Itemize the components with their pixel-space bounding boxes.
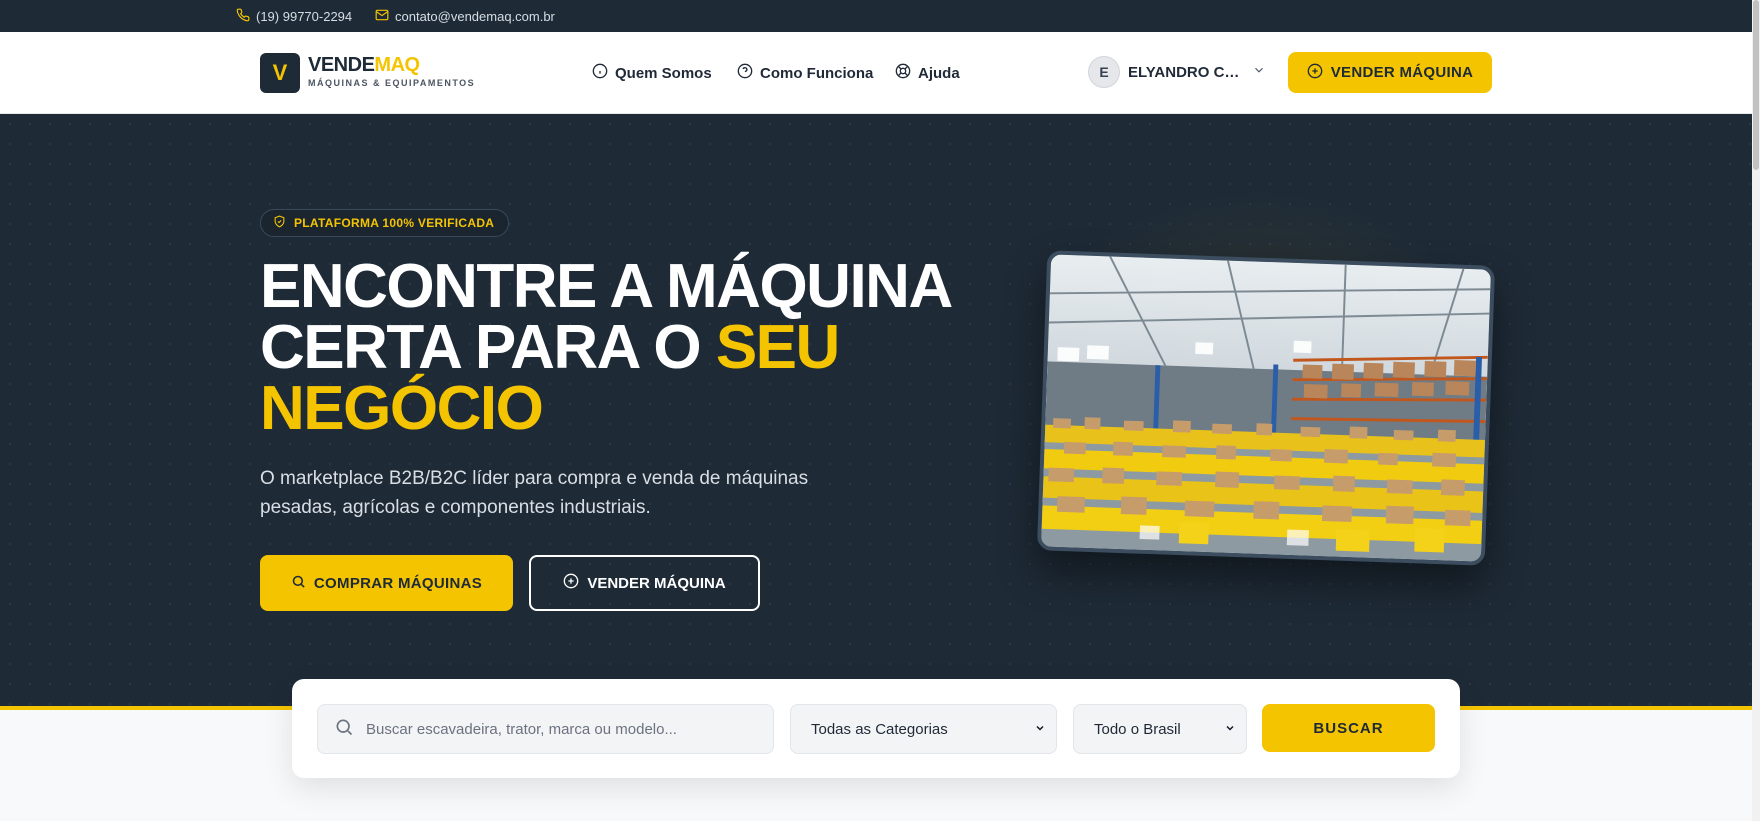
nav-link-label: Ajuda (918, 64, 960, 82)
avatar: E (1088, 56, 1120, 88)
logo-mark[interactable]: V (260, 53, 300, 93)
email-address: contato@vendemaq.com.br (395, 9, 555, 24)
hero-headline: ENCONTRE A MÁQUINA CERTA PARA O SEU NEGÓ… (260, 256, 960, 440)
search-icon (291, 574, 306, 593)
button-label: VENDER MÁQUINA (1330, 64, 1474, 81)
email-contact[interactable]: contato@vendemaq.com.br (375, 8, 555, 25)
region-select[interactable]: Todo o Brasil (1073, 704, 1247, 754)
chevron-down-icon (1034, 721, 1046, 738)
lifebuoy-icon (895, 63, 911, 83)
category-select[interactable]: Todas as Categorias (790, 704, 1057, 754)
nav-link-label: Como Funciona (760, 64, 874, 82)
nav-link-label: Quem Somos (615, 64, 712, 82)
search-field[interactable] (317, 704, 774, 754)
headline-line2: CERTA PARA O (260, 313, 716, 382)
info-icon (592, 63, 608, 83)
plus-circle-icon (563, 573, 579, 593)
button-label: VENDER MÁQUINA (587, 574, 726, 592)
nav-link-como-funciona[interactable]: Como Funciona (737, 63, 873, 83)
chevron-down-icon (1252, 63, 1266, 82)
user-menu[interactable]: E ELYANDRO CO... (1088, 56, 1266, 88)
headline-highlight-2: NEGÓCIO (260, 374, 544, 443)
top-contact-bar: (19) 99770-2294 contato@vendemaq.com.br (0, 0, 1752, 32)
user-name: ELYANDRO CO... (1128, 63, 1244, 81)
phone-contact[interactable]: (19) 99770-2294 (236, 8, 352, 25)
plus-circle-icon (1307, 63, 1323, 83)
hero-subtitle: O marketplace B2B/B2C líder para compra … (260, 468, 809, 518)
scrollbar-thumb[interactable] (1753, 0, 1759, 170)
search-input[interactable] (366, 720, 746, 738)
phone-icon (236, 8, 250, 25)
button-label: COMPRAR MÁQUINAS (313, 574, 483, 592)
nav-link-ajuda[interactable]: Ajuda (895, 63, 960, 83)
button-label: BUSCAR (1313, 719, 1384, 737)
header-sell-machine-button[interactable]: VENDER MÁQUINA (1288, 52, 1492, 93)
shield-check-icon (273, 215, 286, 231)
help-circle-icon (737, 63, 753, 83)
phone-number: (19) 99770-2294 (256, 9, 353, 24)
search-icon (334, 717, 354, 742)
logo-name-part1: VENDE (308, 54, 375, 76)
warehouse-image (1036, 250, 1496, 566)
mail-icon (375, 8, 389, 25)
main-navbar: V VENDEMAQ MÁQUINAS & EQUIPAMENTOS Quem … (0, 32, 1752, 114)
search-card: Todas as Categorias Todo o Brasil BUSCAR (292, 679, 1460, 778)
logo-name-part2: MAQ (374, 54, 420, 76)
nav-link-quem-somos[interactable]: Quem Somos (592, 63, 712, 83)
category-select-value: Todas as Categorias (811, 720, 948, 738)
headline-highlight-1: SEU (715, 313, 840, 382)
logo-text[interactable]: VENDEMAQ (308, 54, 420, 77)
logo-tagline: MÁQUINAS & EQUIPAMENTOS (308, 78, 476, 88)
headline-line1: ENCONTRE A MÁQUINA (260, 252, 953, 321)
hero-sell-machine-button[interactable]: VENDER MÁQUINA (529, 555, 760, 611)
buy-machines-button[interactable]: COMPRAR MÁQUINAS (260, 555, 513, 611)
search-submit-button[interactable]: BUSCAR (1262, 704, 1435, 752)
badge-label: PLATAFORMA 100% VERIFICADA (294, 216, 495, 230)
chevron-down-icon (1224, 721, 1236, 738)
verified-badge: PLATAFORMA 100% VERIFICADA (260, 209, 510, 237)
region-select-value: Todo o Brasil (1094, 720, 1181, 738)
